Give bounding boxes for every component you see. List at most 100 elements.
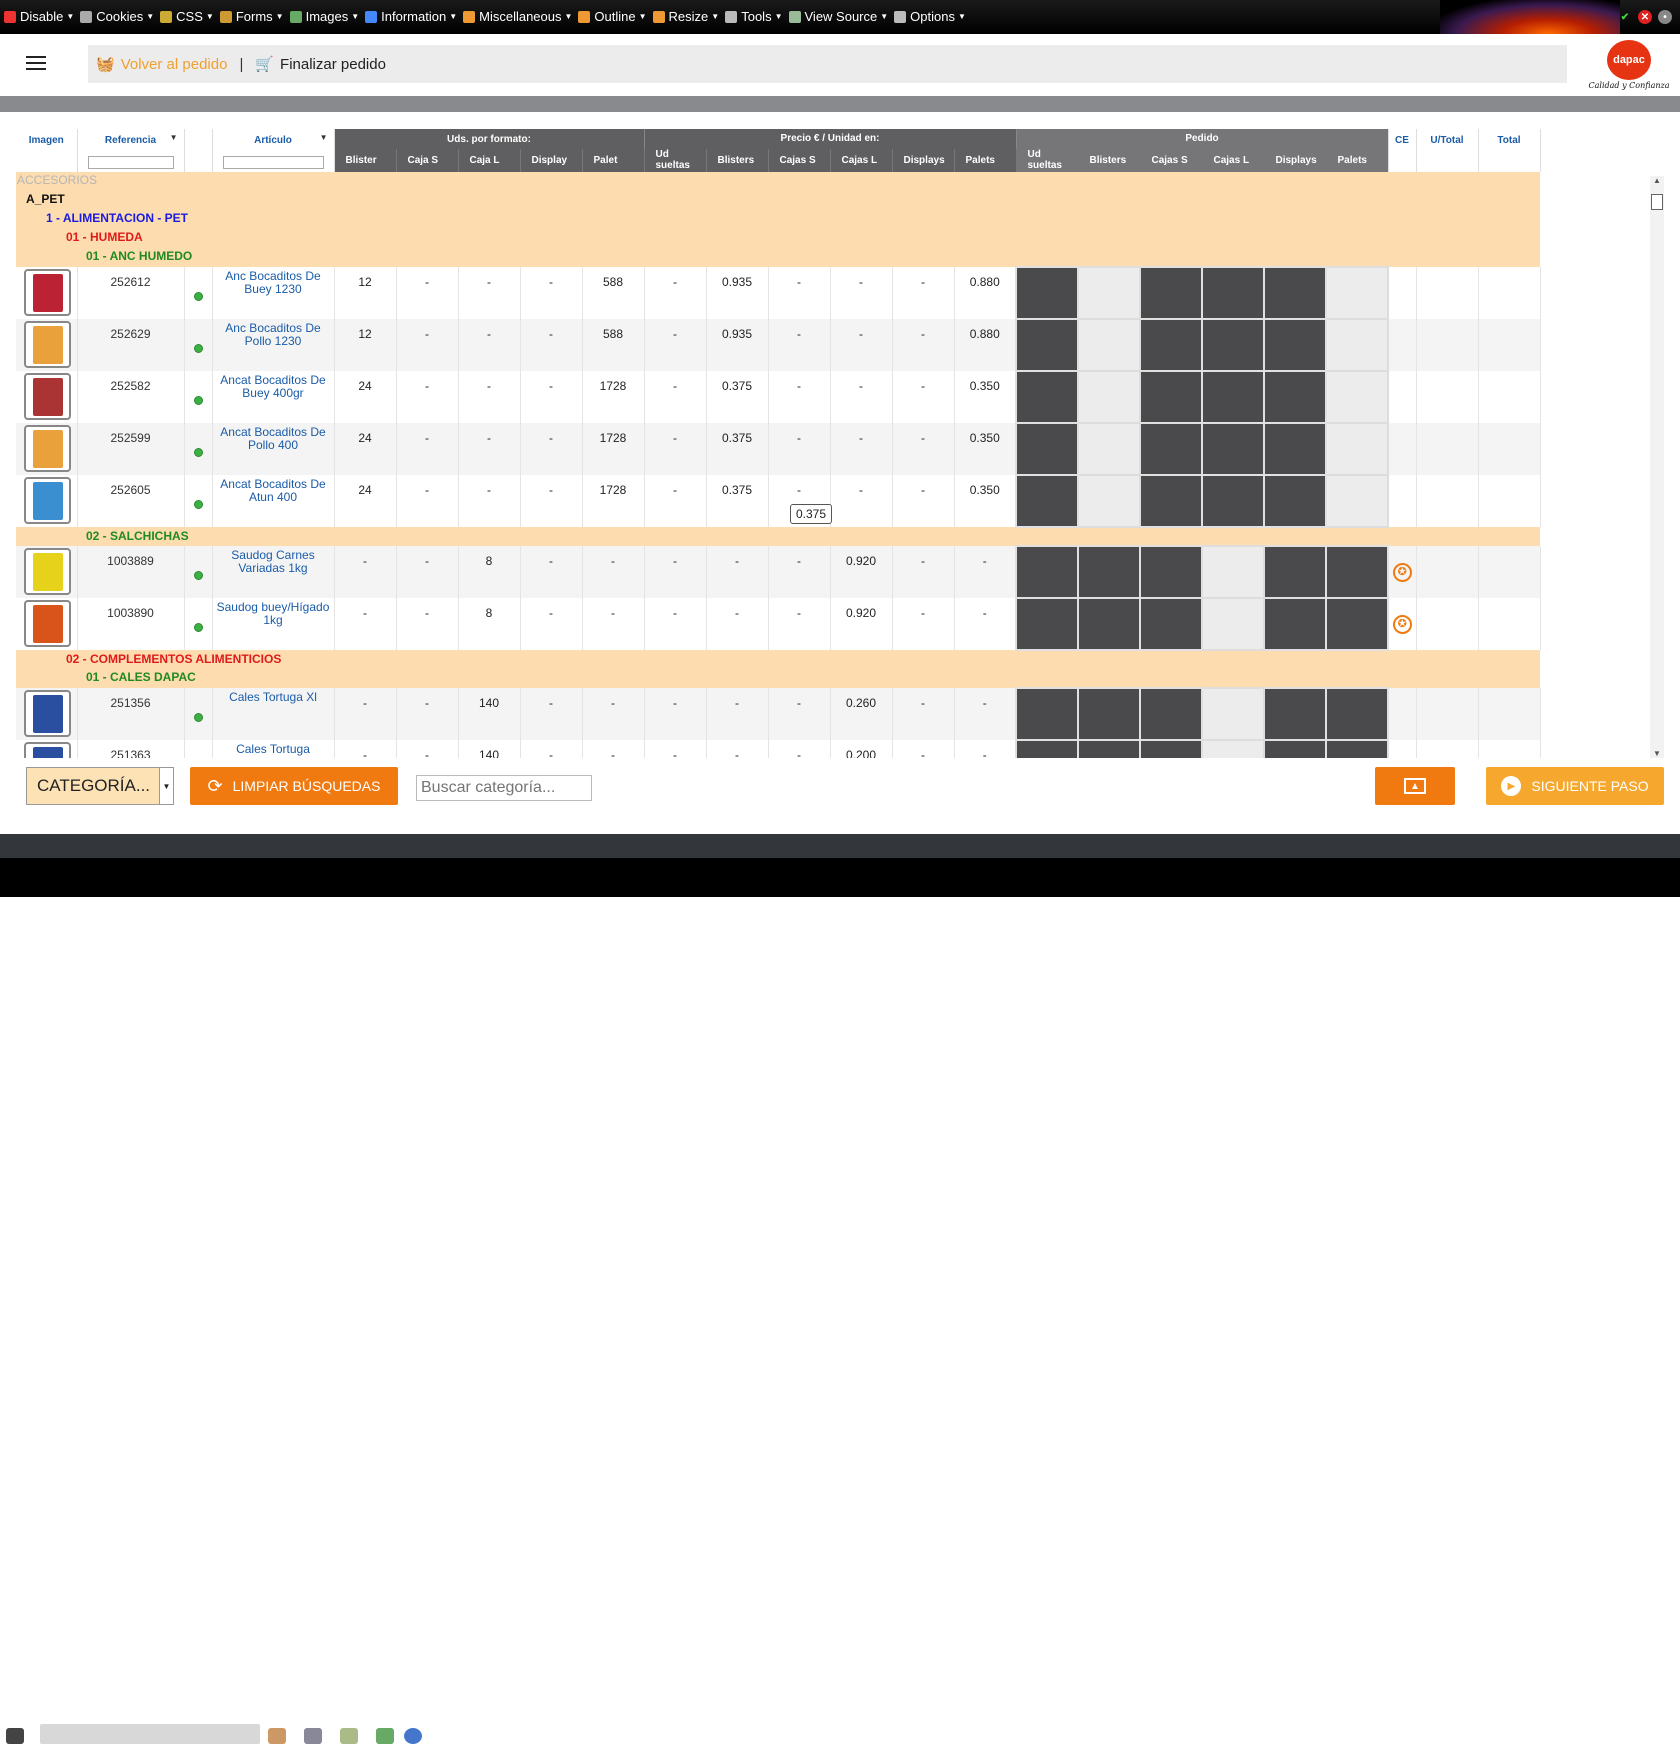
- toolbar-menu-disable[interactable]: Disable ▼: [4, 9, 74, 24]
- order-qty-input[interactable]: [1139, 687, 1203, 741]
- product-image[interactable]: [24, 600, 71, 647]
- product-image[interactable]: [24, 321, 71, 368]
- table-row[interactable]: 252612 Anc Bocaditos De Buey 1230 12- - -588…: [16, 266, 1541, 320]
- order-qty-input[interactable]: [1263, 545, 1327, 599]
- product-image[interactable]: [24, 477, 71, 524]
- order-qty-input[interactable]: [1263, 422, 1327, 476]
- order-qty-input[interactable]: [1015, 739, 1079, 758]
- order-qty-input[interactable]: [1015, 545, 1079, 599]
- offer-icon[interactable]: ✪: [1392, 562, 1412, 582]
- toolbar-menu-view-source[interactable]: View Source ▼: [788, 9, 888, 24]
- product-image[interactable]: [24, 425, 71, 472]
- product-image[interactable]: [24, 548, 71, 595]
- order-qty-input[interactable]: [1325, 370, 1389, 424]
- order-qty-input[interactable]: [1325, 739, 1389, 758]
- order-qty-input[interactable]: [1263, 318, 1327, 372]
- order-qty-input[interactable]: [1263, 474, 1327, 528]
- monitor-icon[interactable]: [304, 1728, 322, 1744]
- col-referencia[interactable]: Referencia ▼: [77, 129, 185, 172]
- next-step-button[interactable]: ▶ SIGUIENTE PASO: [1486, 767, 1664, 805]
- product-thumbnail[interactable]: [16, 319, 78, 371]
- toolbar-menu-outline[interactable]: Outline ▼: [578, 9, 647, 24]
- order-qty-input[interactable]: [1139, 266, 1203, 320]
- order-qty-input[interactable]: [1077, 739, 1141, 758]
- product-thumbnail[interactable]: [16, 688, 78, 740]
- table-row[interactable]: 252582 Ancat Bocaditos De Buey 400gr 24- - -…: [16, 370, 1541, 424]
- order-qty-input[interactable]: [1139, 422, 1203, 476]
- product-image[interactable]: [24, 269, 71, 316]
- chevron-down-icon[interactable]: ▼: [320, 133, 328, 142]
- product-image[interactable]: [24, 690, 71, 737]
- toolbar-menu-forms[interactable]: Forms ▼: [219, 9, 284, 24]
- order-qty-input[interactable]: [1325, 266, 1389, 320]
- clear-searches-button[interactable]: ⟳ LIMPIAR BÚSQUEDAS: [190, 767, 398, 805]
- back-to-order-link[interactable]: 🧺 Volver al pedido: [96, 55, 227, 74]
- scroll-down-icon[interactable]: ▼: [1650, 749, 1664, 758]
- order-qty-input[interactable]: [1201, 545, 1265, 599]
- order-qty-input[interactable]: [1015, 318, 1079, 372]
- order-qty-input[interactable]: [1077, 545, 1141, 599]
- order-qty-input[interactable]: [1077, 597, 1141, 651]
- table-row[interactable]: 251363 Cales Tortuga - -140- - - - -0.200- -: [16, 739, 1541, 758]
- order-qty-input[interactable]: [1263, 266, 1327, 320]
- toolbar-menu-cookies[interactable]: Cookies ▼: [80, 9, 154, 24]
- order-qty-input[interactable]: [1201, 266, 1265, 320]
- archive-icon[interactable]: [268, 1728, 286, 1744]
- order-qty-input[interactable]: [1325, 474, 1389, 528]
- order-qty-input[interactable]: [1139, 545, 1203, 599]
- col-articulo[interactable]: Artículo ▼: [212, 129, 335, 172]
- table-row[interactable]: 1003889 Saudog Carnes Variadas 1kg - -8- - - -…: [16, 545, 1541, 599]
- order-qty-input[interactable]: [1139, 318, 1203, 372]
- taskbar-search-input[interactable]: [40, 1724, 260, 1744]
- toolbar-menu-resize[interactable]: Resize ▼: [652, 9, 719, 24]
- order-qty-input[interactable]: [1015, 422, 1079, 476]
- order-qty-input[interactable]: [1201, 318, 1265, 372]
- product-thumbnail[interactable]: [16, 598, 78, 650]
- table-row[interactable]: 1003890 Saudog buey/Hígado 1kg - -8- - - - -0.9…: [16, 597, 1541, 651]
- vertical-scrollbar[interactable]: ▲ ▼: [1650, 176, 1664, 758]
- product-thumbnail[interactable]: [16, 740, 78, 758]
- offer-icon[interactable]: ✪: [1392, 614, 1412, 634]
- order-qty-input[interactable]: [1263, 739, 1327, 758]
- table-row[interactable]: 251356 Cales Tortuga Xl - -140- - - - -0.260- -: [16, 687, 1541, 741]
- product-thumbnail[interactable]: [16, 423, 78, 475]
- scroll-up-icon[interactable]: ▲: [1650, 176, 1664, 185]
- order-qty-input[interactable]: [1015, 597, 1079, 651]
- order-qty-input[interactable]: [1077, 370, 1141, 424]
- order-qty-input[interactable]: [1201, 474, 1265, 528]
- product-thumbnail[interactable]: [16, 546, 78, 598]
- order-qty-input[interactable]: [1325, 687, 1389, 741]
- table-row[interactable]: 252599 Ancat Bocaditos De Pollo 400 24- - -1…: [16, 422, 1541, 476]
- upload-button[interactable]: ▲: [1375, 767, 1455, 805]
- order-qty-input[interactable]: [1201, 370, 1265, 424]
- order-qty-input[interactable]: [1077, 687, 1141, 741]
- referencia-filter-input[interactable]: [87, 156, 174, 169]
- close-icon[interactable]: ✕: [1638, 10, 1652, 24]
- order-qty-input[interactable]: [1325, 318, 1389, 372]
- product-thumbnail[interactable]: [16, 371, 78, 423]
- articulo-filter-input[interactable]: [222, 156, 324, 169]
- product-image[interactable]: [24, 373, 71, 420]
- order-qty-input[interactable]: [1077, 474, 1141, 528]
- order-qty-input[interactable]: [1139, 474, 1203, 528]
- finish-order-link[interactable]: 🛒 Finalizar pedido: [255, 55, 386, 74]
- category-search-input[interactable]: [416, 775, 592, 801]
- order-qty-input[interactable]: [1139, 370, 1203, 424]
- product-thumbnail[interactable]: [16, 267, 78, 319]
- chevron-down-icon[interactable]: ▼: [159, 768, 173, 804]
- product-thumbnail[interactable]: [16, 475, 78, 527]
- category-select[interactable]: CATEGORÍA... ▼: [26, 767, 174, 805]
- order-qty-input[interactable]: [1201, 739, 1265, 758]
- table-row[interactable]: 252605 Ancat Bocaditos De Atun 400 24- - -17…: [16, 474, 1541, 528]
- order-qty-input[interactable]: [1077, 266, 1141, 320]
- order-qty-input[interactable]: [1139, 597, 1203, 651]
- toolbar-menu-tools[interactable]: Tools ▼: [725, 9, 783, 24]
- network-icon[interactable]: [376, 1728, 394, 1744]
- toolbar-menu-images[interactable]: Images ▼: [289, 9, 359, 24]
- hamburger-menu-icon[interactable]: [26, 56, 46, 72]
- order-qty-input[interactable]: [1139, 739, 1203, 758]
- ce-cell[interactable]: ✪: [1388, 598, 1417, 650]
- order-qty-input[interactable]: [1263, 370, 1327, 424]
- help-icon[interactable]: [404, 1728, 422, 1744]
- order-qty-input[interactable]: [1325, 597, 1389, 651]
